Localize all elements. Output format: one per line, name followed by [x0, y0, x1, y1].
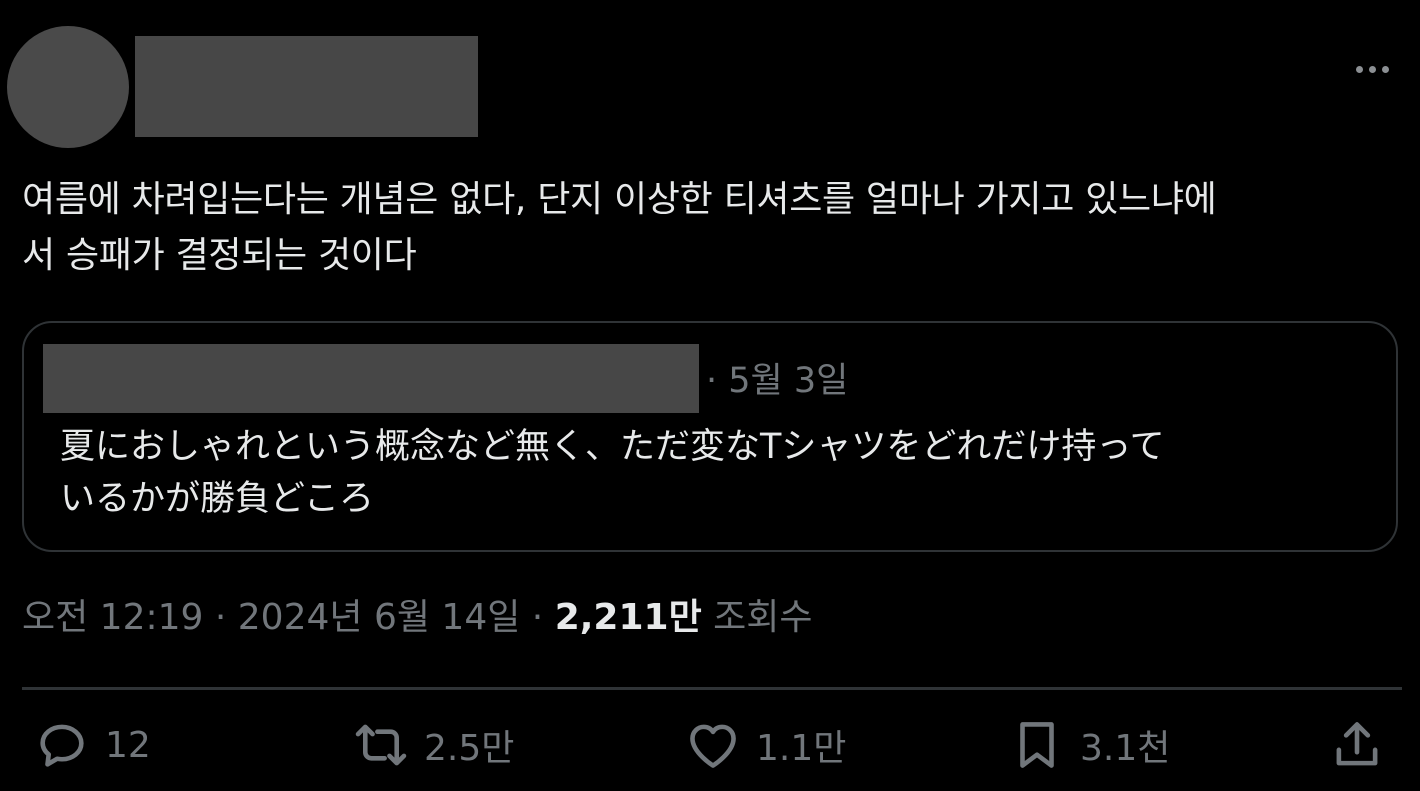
retweet-button[interactable]: 2.5만: [352, 716, 514, 774]
share-icon: [1336, 722, 1378, 766]
views-label: 조회수: [701, 597, 813, 638]
quoted-author-redacted: [43, 344, 699, 413]
divider: [22, 687, 1402, 690]
retweet-count: 2.5만: [424, 728, 515, 769]
reply-icon: [40, 724, 84, 767]
quoted-tweet-date: · 5월 3일: [706, 361, 849, 401]
like-button[interactable]: 1.1만: [684, 716, 846, 774]
like-count: 1.1만: [756, 728, 847, 769]
reply-button[interactable]: 12: [33, 716, 151, 774]
tweet-date[interactable]: 2024년 6월 14일: [238, 597, 521, 638]
quoted-tweet-text: 夏におしゃれという概念など無く、ただ変なTシャツをどれだけ持って いるかが勝負ど…: [60, 427, 1165, 519]
dot: [1381, 65, 1389, 73]
dot: [1368, 65, 1376, 73]
avatar[interactable]: [7, 26, 129, 148]
author-name-redacted: [135, 36, 478, 137]
quoted-tweet-card[interactable]: · 5월 3일 夏におしゃれという概念など無く、ただ変なTシャツをどれだけ持って…: [22, 321, 1398, 552]
tweet-text: 여름에 차려입는다는 개념은 없다, 단지 이상한 티셔츠를 얼마나 가지고 있…: [22, 179, 1217, 276]
reply-count: 12: [105, 724, 151, 766]
meta-separator: ·: [520, 597, 555, 638]
bookmark-button[interactable]: 3.1천: [1008, 716, 1170, 774]
meta-separator: ·: [203, 597, 238, 638]
bookmark-icon: [1020, 722, 1054, 768]
heart-icon: [690, 724, 736, 768]
more-options-icon[interactable]: [1348, 56, 1396, 82]
views-count: 2,211만: [554, 597, 702, 638]
tweet-meta: 오전 12:19 · 2024년 6월 14일 · 2,211만 조회수: [22, 594, 813, 642]
bookmark-count: 3.1천: [1080, 728, 1171, 769]
tweet-time[interactable]: 오전 12:19: [22, 597, 203, 638]
dot: [1355, 65, 1363, 73]
share-button[interactable]: [1328, 716, 1386, 774]
retweet-icon: [355, 724, 407, 766]
